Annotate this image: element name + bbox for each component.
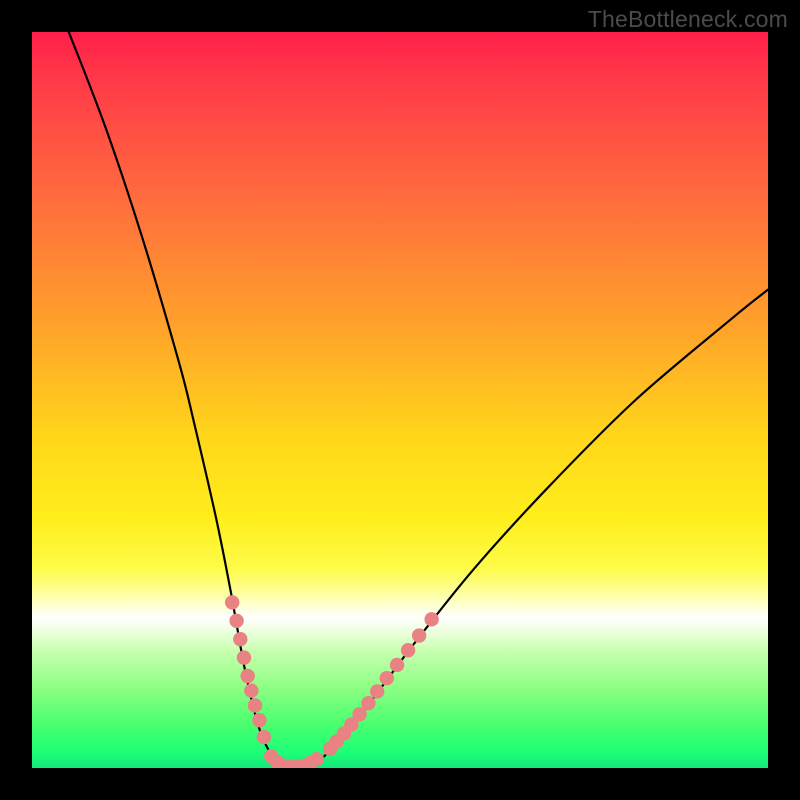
data-dot — [233, 632, 247, 646]
dot-cluster-layer — [225, 595, 439, 768]
data-dot — [412, 628, 426, 642]
data-dot — [225, 595, 239, 609]
data-dot — [390, 658, 404, 672]
data-dot — [361, 696, 375, 710]
data-dot — [248, 698, 262, 712]
data-dot — [252, 713, 266, 727]
data-dot — [401, 643, 415, 657]
data-dot — [237, 650, 251, 664]
bottleneck-curve — [69, 32, 768, 768]
data-dot — [244, 684, 258, 698]
data-dot — [424, 612, 438, 626]
watermark-label: TheBottleneck.com — [588, 6, 788, 33]
data-dot — [370, 684, 384, 698]
data-dot — [257, 730, 271, 744]
chart-frame: TheBottleneck.com — [0, 0, 800, 800]
data-dot — [310, 752, 324, 766]
plot-area — [32, 32, 768, 768]
data-dot — [380, 671, 394, 685]
curve-layer — [32, 32, 768, 768]
data-dot — [229, 614, 243, 628]
data-dot — [240, 669, 254, 683]
